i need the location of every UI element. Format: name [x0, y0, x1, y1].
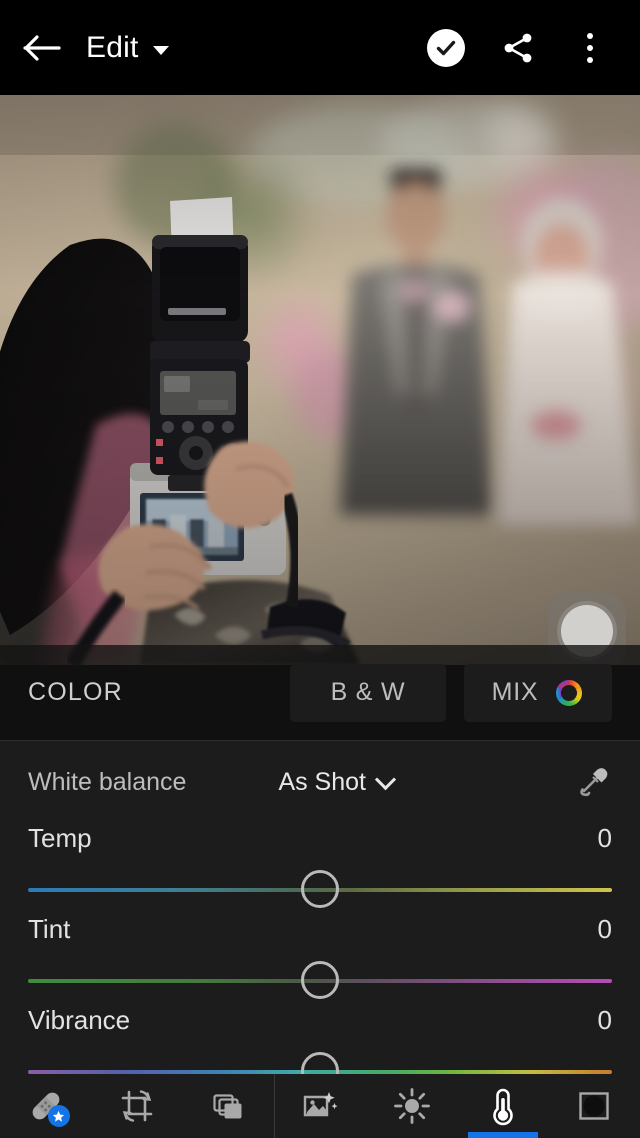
check-icon	[436, 40, 456, 55]
overflow-menu-button[interactable]	[554, 0, 626, 95]
tool-crop-rotate[interactable]	[91, 1074, 182, 1138]
bottom-tool-toolbar	[0, 1074, 640, 1138]
white-balance-dropdown[interactable]: As Shot	[278, 767, 397, 797]
mix-button[interactable]: MIX	[464, 663, 612, 722]
star-badge	[47, 1105, 70, 1127]
tool-effects[interactable]	[549, 1074, 640, 1138]
white-balance-row: White balance As Shot	[0, 741, 640, 823]
bw-label: B & W	[330, 678, 406, 706]
slider-tint[interactable]: Tint 0	[0, 914, 640, 1005]
slider-tint-thumb[interactable]	[301, 961, 339, 999]
slider-tint-head: Tint 0	[28, 914, 612, 945]
arrow-left-icon	[23, 34, 61, 61]
lightroom-edit-screen: Edit COLOR B & W MIX White balance As Sh…	[0, 0, 640, 1138]
page-title: Edit	[86, 30, 139, 64]
active-tab-indicator	[468, 1132, 539, 1138]
tool-versions[interactable]	[183, 1074, 274, 1138]
slider-vibrance[interactable]: Vibrance 0	[0, 1005, 640, 1074]
slider-vibrance-thumb[interactable]	[301, 1052, 339, 1074]
vignette-icon	[579, 1092, 610, 1120]
back-button[interactable]	[0, 0, 86, 95]
kebab-menu-icon	[587, 32, 593, 63]
done-button[interactable]	[410, 0, 482, 95]
topbar-actions	[410, 0, 640, 95]
tool-light[interactable]	[366, 1074, 457, 1138]
color-section-title: COLOR	[28, 678, 123, 706]
slider-temp-label: Temp	[28, 823, 92, 853]
layers-stack-icon	[213, 1094, 242, 1119]
slider-tint-label: Tint	[28, 914, 71, 944]
slider-vibrance-track-wrap[interactable]	[28, 1050, 612, 1074]
sun-icon	[393, 1088, 430, 1124]
share-icon	[504, 33, 532, 62]
thermometer-icon	[493, 1088, 513, 1126]
slider-tint-track-wrap[interactable]	[28, 959, 612, 1005]
check-circle-icon	[427, 28, 465, 67]
slider-temp-head: Temp 0	[28, 823, 612, 854]
chevron-down-icon	[374, 768, 397, 790]
slider-temp[interactable]: Temp 0	[0, 823, 640, 914]
slider-vibrance-head: Vibrance 0	[28, 1005, 612, 1036]
share-button[interactable]	[482, 0, 554, 95]
slider-tint-value: 0	[597, 914, 612, 944]
eyedropper-icon	[580, 767, 608, 796]
slider-temp-thumb[interactable]	[301, 870, 339, 908]
caret-down-icon	[152, 45, 169, 55]
tool-color[interactable]	[457, 1074, 548, 1138]
slider-temp-value: 0	[597, 823, 612, 853]
edited-photograph	[0, 95, 640, 665]
color-wheel-icon	[556, 679, 583, 706]
photo-canvas[interactable]	[0, 95, 640, 665]
edit-title-dropdown[interactable]: Edit	[86, 0, 169, 95]
color-adjustments-panel: White balance As Shot Temp 0 Tint 0 Vibr…	[0, 741, 640, 1074]
crop-rotate-icon	[121, 1090, 153, 1122]
tool-presets[interactable]	[275, 1074, 366, 1138]
tool-healing-brush[interactable]	[0, 1074, 91, 1138]
mix-label: MIX	[491, 678, 539, 706]
top-app-bar: Edit	[0, 0, 640, 95]
bw-toggle-button[interactable]: B & W	[290, 663, 446, 722]
image-sparkle-icon	[304, 1092, 339, 1117]
color-section-header: COLOR B & W MIX	[0, 645, 640, 741]
white-balance-label: White balance	[28, 767, 187, 796]
eyedropper-button[interactable]	[576, 761, 614, 804]
white-balance-value: As Shot	[278, 767, 366, 796]
star-icon	[53, 1110, 65, 1122]
slider-vibrance-value: 0	[597, 1005, 612, 1035]
slider-temp-track-wrap[interactable]	[28, 868, 612, 914]
slider-vibrance-label: Vibrance	[28, 1005, 131, 1035]
